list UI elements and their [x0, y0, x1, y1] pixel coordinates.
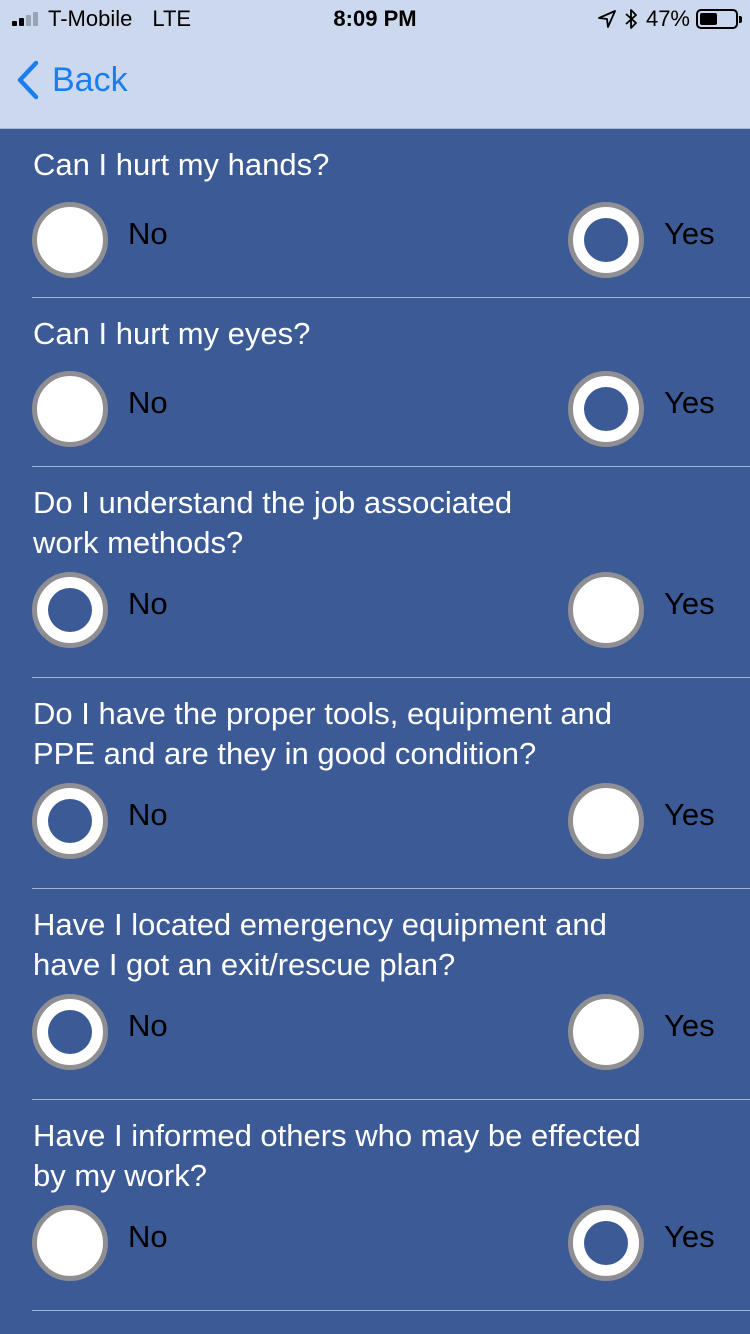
question-text: Have I informed others who may be effect… — [33, 1118, 641, 1193]
radio-selected-indicator — [584, 1221, 628, 1265]
question-text: Can I hurt my hands? — [33, 147, 330, 182]
chevron-left-icon — [17, 60, 39, 100]
question-text: Do I have the proper tools, equipment an… — [33, 696, 613, 771]
question-text: Can I hurt my eyes? — [33, 316, 311, 351]
answer-yes-option[interactable]: Yes — [568, 202, 715, 278]
answer-yes-option[interactable]: Yes — [568, 371, 715, 447]
answer-no-label: No — [128, 586, 168, 621]
radio-button-yes[interactable] — [568, 202, 644, 278]
radio-selected-indicator — [48, 1010, 92, 1054]
question-row: Do I understand the job associated work … — [32, 467, 750, 678]
question-row: Can I hurt my hands? No Yes — [32, 129, 750, 298]
navigation-bar: Back — [0, 40, 750, 129]
radio-button-yes[interactable] — [568, 371, 644, 447]
question-row: Have I informed others who may be effect… — [32, 1100, 750, 1311]
answer-yes-option[interactable]: Yes — [568, 783, 715, 859]
radio-button-no[interactable] — [32, 994, 108, 1070]
radio-button-no[interactable] — [32, 572, 108, 648]
location-icon — [598, 10, 616, 28]
status-bar: T-Mobile LTE 8:09 PM 47% — [0, 0, 750, 40]
answer-yes-option[interactable]: Yes — [568, 572, 715, 648]
radio-selected-indicator — [48, 799, 92, 843]
radio-button-yes[interactable] — [568, 994, 644, 1070]
question-row: Can I hurt my eyes? No Yes — [32, 298, 750, 467]
answer-yes-label: Yes — [664, 1008, 715, 1043]
question-row: Do I have the proper tools, equipment an… — [32, 678, 750, 889]
radio-selected-indicator — [48, 588, 92, 632]
answer-yes-option[interactable]: Yes — [568, 994, 715, 1070]
radio-button-yes[interactable] — [568, 1205, 644, 1281]
answer-yes-option[interactable]: Yes — [568, 1205, 715, 1281]
answer-no-option[interactable]: No — [32, 371, 168, 447]
answer-yes-label: Yes — [664, 1219, 715, 1254]
question-text: Do I understand the job associated work … — [33, 485, 513, 560]
question-list: Can I hurt my hands? No Yes Can I hurt my e… — [0, 129, 750, 1311]
answer-yes-label: Yes — [664, 586, 715, 621]
radio-button-no[interactable] — [32, 371, 108, 447]
radio-button-no[interactable] — [32, 202, 108, 278]
back-label: Back — [52, 60, 128, 99]
answer-no-option[interactable]: No — [32, 1205, 168, 1281]
answer-no-option[interactable]: No — [32, 572, 168, 648]
answer-no-option[interactable]: No — [32, 202, 168, 278]
question-row: Have I located emergency equipment and h… — [32, 889, 750, 1100]
answer-no-option[interactable]: No — [32, 783, 168, 859]
radio-selected-indicator — [584, 387, 628, 431]
battery-percent: 47% — [645, 6, 690, 31]
answer-yes-label: Yes — [664, 385, 715, 420]
radio-button-yes[interactable] — [568, 572, 644, 648]
battery-icon — [696, 9, 742, 29]
radio-button-no[interactable] — [32, 1205, 108, 1281]
question-text: Have I located emergency equipment and h… — [33, 907, 607, 982]
answer-no-label: No — [128, 216, 168, 251]
bluetooth-icon — [625, 9, 637, 29]
battery-fill — [700, 13, 717, 25]
radio-button-yes[interactable] — [568, 783, 644, 859]
answer-no-label: No — [128, 1008, 168, 1043]
answer-no-label: No — [128, 1219, 168, 1254]
back-button[interactable]: Back — [16, 60, 128, 100]
answer-no-label: No — [128, 385, 168, 420]
answer-no-label: No — [128, 797, 168, 832]
radio-button-no[interactable] — [32, 783, 108, 859]
answer-no-option[interactable]: No — [32, 994, 168, 1070]
answer-yes-label: Yes — [664, 797, 715, 832]
status-right: 47% — [598, 6, 742, 32]
radio-selected-indicator — [584, 218, 628, 262]
answer-yes-label: Yes — [664, 216, 715, 251]
